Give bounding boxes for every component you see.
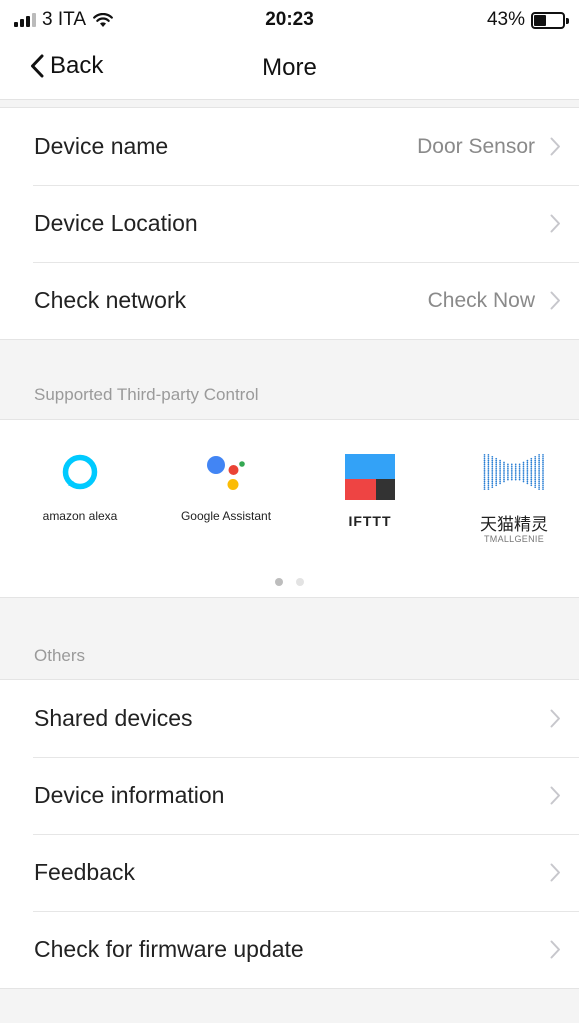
ifttt-logo-icon [345,454,395,500]
row-label: Device Location [34,210,198,236]
chevron-right-icon [550,786,560,805]
device-information-row[interactable]: Device information [0,757,579,834]
tmall-genie-item[interactable]: 天猫精灵 TMALLGENIE [449,420,579,560]
row-label: Feedback [34,859,136,885]
ifttt-item[interactable]: IFTTT [305,420,435,560]
device-name-row[interactable]: Device name Door Sensor [0,108,579,185]
chevron-left-icon [31,54,44,78]
row-label: Device name [34,133,169,159]
chevron-right-icon [550,709,560,728]
chevron-right-icon [550,137,560,156]
status-right: 43% [486,9,569,31]
row-label: Device information [34,782,225,808]
check-network-row[interactable]: Check network Check Now [0,262,579,339]
back-label: Back [50,52,104,79]
page-dot-active[interactable] [275,578,283,586]
page-dot[interactable] [296,578,304,586]
third-party-carousel[interactable]: amazon alexa Google Assistant IFTTT 天猫精灵… [0,419,579,598]
battery-nub [566,17,569,24]
third-party-section-header: Supported Third-party Control [34,385,259,404]
battery-percent: 43% [486,9,525,30]
tmall-genie-label: 天猫精灵 [480,515,548,534]
device-settings-section: Device name Door Sensor Device Location … [0,107,579,340]
device-name-value: Door Sensor [417,135,535,158]
battery-level-fill [534,14,547,26]
alexa-logo-icon [62,454,98,490]
check-now-value: Check Now [427,289,535,312]
tmall-genie-sublabel: TMALLGENIE [483,534,544,544]
google-assistant-label: Google Assistant [180,509,272,523]
others-section: Shared devices Device information Feedba… [0,679,579,989]
chevron-right-icon [550,863,560,882]
navigation-bar: Back More [0,40,579,100]
firmware-update-row[interactable]: Check for firmware update [0,911,579,988]
row-label: Check network [34,287,187,313]
feedback-row[interactable]: Feedback [0,834,579,911]
chevron-right-icon [550,940,560,959]
shared-devices-row[interactable]: Shared devices [0,680,579,757]
tmall-genie-logo-icon [483,454,544,490]
row-label: Shared devices [34,705,193,731]
carousel-page-indicator[interactable] [0,578,579,586]
alexa-label: amazon alexa [42,509,118,523]
alexa-item[interactable]: amazon alexa [15,420,145,560]
ifttt-label: IFTTT [348,513,392,529]
back-button[interactable]: Back [30,52,103,80]
chevron-right-icon [550,291,560,310]
google-assistant-item[interactable]: Google Assistant [161,420,291,560]
chevron-right-icon [550,214,560,233]
status-bar: 3 ITA 20:23 43% [0,0,579,40]
device-location-row[interactable]: Device Location [0,185,579,262]
others-section-header: Others [34,646,86,665]
battery-icon [531,11,569,29]
google-assistant-logo-icon [207,456,245,490]
row-label: Check for firmware update [34,936,304,962]
